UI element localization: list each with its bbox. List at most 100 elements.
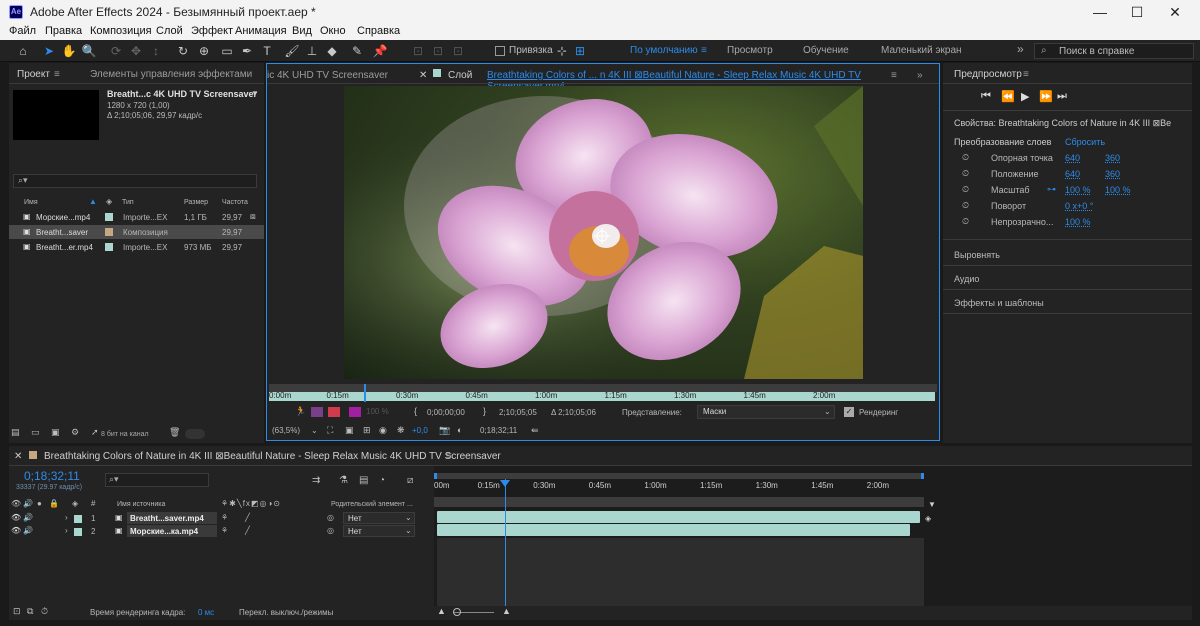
zoom-in-icon[interactable]: ▲ [502,606,511,616]
link-icon[interactable]: ⊶ [1047,184,1056,195]
hand-tool-icon[interactable]: ✋ [61,43,77,59]
more-workspaces-icon[interactable]: » [1017,42,1024,56]
snap-options-icon[interactable]: ⊹ [554,43,570,59]
timeline-timecode[interactable]: 0;18;32;11 [24,469,80,483]
help-search-input[interactable]: ⌕ Поиск в справке [1034,43,1194,59]
layer-label-color[interactable] [74,528,82,536]
layer-color-icon[interactable] [349,407,361,417]
pan-camera-icon[interactable]: ✥ [128,43,144,59]
axis-world-icon[interactable]: ⊡ [430,43,446,59]
stopwatch-icon[interactable]: ⏲ [962,168,969,179]
next-frame-icon[interactable]: ⏩ [1039,90,1053,103]
first-frame-icon[interactable]: ⏮ [981,90,991,103]
eraser-tool-icon[interactable]: ◆ [324,43,340,59]
axis-view-icon[interactable]: ⊡ [450,43,466,59]
property-value-2[interactable]: 360 [1105,169,1120,179]
timeline-search-input[interactable]: ⌕▾ [105,473,209,487]
label-color[interactable] [105,243,113,251]
adjust-settings-icon[interactable]: ⚙ [71,427,79,438]
tab-effect-controls[interactable]: Элементы управления эффектами [90,69,252,80]
project-item-row[interactable]: ▣ Breatht...er.mp4 Importe...EX 973 МБ 29,97 [9,240,264,254]
more-tabs-icon[interactable]: » [917,70,923,81]
brush-tool-icon[interactable]: 🖌 [284,43,300,59]
view-select[interactable]: Маски ⌄ [697,405,835,419]
reset-link[interactable]: Сбросить [1065,137,1105,147]
bit-depth-button[interactable]: 8 бит на канал [101,431,149,438]
timeline-layer-row[interactable]: 👁 🔊 › 2 ▣ Морские...ка.mp4 ⚘ ╱ ◎ Нет ⌄ [9,525,434,538]
workspace-learn[interactable]: Обучение [803,45,849,56]
menu-edit[interactable]: Правка [45,25,82,37]
graph-editor-icon[interactable]: ⧄ [407,475,413,486]
pen-tool-icon[interactable]: ✒ [239,43,255,59]
toggle-switches-modes[interactable]: Перекл. выключ./режимы [239,608,333,617]
motion-blur-icon[interactable]: ◔ [379,475,385,486]
trash-icon[interactable]: 🗑 [169,427,180,438]
workspace-menu-icon[interactable]: ≡ [701,45,707,56]
pick-whip-icon[interactable]: ◎ [327,513,334,522]
property-value-2[interactable]: 360 [1105,153,1120,163]
section-audio[interactable]: Аудио [954,274,979,284]
close-tab-icon[interactable]: ✕ [419,70,427,81]
flowchart-icon[interactable]: ⇚ [531,425,539,436]
menu-help[interactable]: Справка [357,25,400,37]
property-value-1[interactable]: 640 [1065,153,1080,163]
render-time-icon[interactable]: ⏱ [41,606,48,617]
dolly-camera-icon[interactable]: ↕ [148,43,164,59]
minimize-icon[interactable]: — [1085,2,1115,22]
timeline-playhead-handle[interactable] [500,480,510,487]
menu-window[interactable]: Окно [320,25,346,37]
project-item-row[interactable]: ▣ Breatht...saver Композиция 29,97 [9,225,264,239]
menu-file[interactable]: Файл [9,25,36,37]
property-value-1[interactable]: 100 % [1065,217,1091,227]
clone-stamp-icon[interactable]: ⊥ [304,43,320,59]
fit-icon[interactable]: ⛶ [327,425,333,436]
timeline-menu-icon[interactable]: ≡ [446,451,452,462]
menu-composition[interactable]: Композиция [90,25,152,37]
anchor-tool-icon[interactable]: ⊕ [196,43,212,59]
pick-whip-icon[interactable]: ◎ [327,526,334,535]
in-point[interactable]: 0;00;00;00 [427,408,465,417]
tab-preview[interactable]: Предпросмотр [954,69,1022,80]
stopwatch-icon[interactable]: ⏲ [962,216,969,227]
viewer-current-time[interactable]: 0;18;32;11 [480,426,517,435]
show-snapshot-icon[interactable]: ◐ [457,425,462,435]
menu-view[interactable]: Вид [292,25,312,37]
stopwatch-icon[interactable]: ⏲ [962,152,969,163]
expand-chevron-icon[interactable]: › [65,526,68,535]
label-color[interactable] [105,228,113,236]
maximize-icon[interactable]: ☐ [1122,2,1152,22]
exposure-reset-icon[interactable]: ❋ [397,425,405,436]
render-checkbox[interactable]: ✓ [844,407,854,417]
tab-composition[interactable]: ic 4K UHD TV Screensaver [267,70,388,81]
selection-tool-icon[interactable]: ➤ [41,43,57,59]
snapshot-icon[interactable]: 📷 [439,425,450,436]
axis-local-icon[interactable]: ⊡ [410,43,426,59]
viewer-playhead[interactable] [364,384,366,402]
close-timeline-icon[interactable]: ✕ [14,451,22,462]
layer-keyframe-icon[interactable] [328,407,340,417]
shy-switch-icon[interactable]: ⚘ [221,513,228,522]
section-align[interactable]: Выровнять [954,250,1000,260]
timeline-layer-row[interactable]: 👁 🔊 › 1 ▣ Breatht...saver.mp4 ⚘ ╱ ◎ Нет ⌄ [9,512,434,525]
tab-project[interactable]: Проект [17,69,50,80]
source-name-header[interactable]: Имя источника [117,501,165,508]
shy-switch-icon[interactable]: ⚘ [221,526,228,535]
col-fps[interactable]: Частота [222,199,248,206]
rectangle-tool-icon[interactable]: ▭ [219,43,235,59]
viewer-time-ruler[interactable]: 0:00m 0:15m 0:30m 0:45m 1:00m 1:15m 1:30m 1:45m… [269,391,935,401]
label-color[interactable] [105,213,113,221]
transfer-controls-icon[interactable]: ⧉ [27,606,33,617]
viewer-menu-icon[interactable]: ≡ [891,70,897,81]
zoom-level[interactable]: (63,5%) [272,426,300,435]
prev-frame-icon[interactable]: ⏪ [1001,90,1015,103]
col-type[interactable]: Тип [122,199,134,206]
stopwatch-icon[interactable]: ⏲ [962,200,969,211]
footage-frame[interactable] [344,86,863,379]
empty-track-area[interactable] [437,538,924,606]
layer-end-marker-icon[interactable]: ◈ [925,514,931,523]
orbit-camera-icon[interactable]: ⟳ [108,43,124,59]
visibility-icon[interactable]: 👁 [11,526,21,535]
project-item-row[interactable]: ▣ Морские...mp4 Importe...EX 1,1 ГБ 29,97 [9,210,264,224]
set-in-icon[interactable]: { [414,406,417,416]
project-search-input[interactable]: ⌕▾ [13,174,257,188]
